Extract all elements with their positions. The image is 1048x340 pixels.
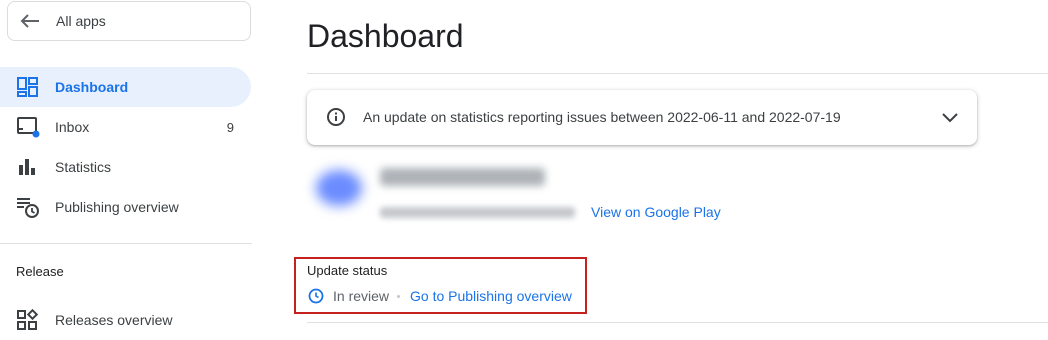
notice-text: An update on statistics reporting issues…	[363, 109, 841, 125]
inbox-icon	[17, 117, 40, 138]
sidebar: All apps Dashboard Inbox 9 Statistics Pu…	[0, 0, 262, 340]
inbox-count-badge: 9	[226, 119, 234, 135]
section-divider	[307, 322, 1048, 323]
sidebar-item-dashboard[interactable]: Dashboard	[0, 67, 251, 107]
sidebar-item-statistics[interactable]: Statistics	[0, 147, 251, 187]
app-name-redacted	[380, 168, 545, 186]
sidebar-item-label: Inbox	[55, 119, 90, 135]
update-status-title: Update status	[307, 263, 388, 278]
releases-overview-icon	[17, 308, 39, 330]
clock-icon	[308, 288, 324, 304]
bar-chart-icon	[19, 159, 35, 175]
view-on-google-play-link[interactable]: View on Google Play	[591, 204, 721, 220]
info-icon	[327, 108, 345, 126]
sidebar-divider	[0, 243, 252, 244]
page-title: Dashboard	[307, 18, 464, 54]
app-package-redacted	[380, 207, 575, 218]
publishing-overview-icon	[17, 198, 39, 218]
arrow-left-icon	[20, 14, 39, 28]
release-section-label: Release	[16, 264, 64, 279]
sidebar-item-label: Releases overview	[55, 312, 173, 328]
sidebar-item-inbox[interactable]: Inbox 9	[0, 107, 251, 147]
sidebar-item-releases-overview[interactable]: Releases overview	[0, 300, 251, 340]
statistics-notice-card[interactable]: An update on statistics reporting issues…	[307, 90, 977, 145]
title-divider	[307, 73, 1048, 74]
separator-dot	[397, 295, 400, 298]
all-apps-button[interactable]: All apps	[7, 1, 251, 41]
go-to-publishing-overview-link[interactable]: Go to Publishing overview	[410, 288, 572, 304]
dashboard-icon	[17, 77, 38, 97]
chevron-down-icon[interactable]	[941, 110, 959, 124]
all-apps-label: All apps	[56, 13, 106, 29]
sidebar-item-publishing-overview[interactable]: Publishing overview	[0, 187, 251, 227]
sidebar-item-label: Dashboard	[55, 79, 129, 95]
sidebar-item-label: Statistics	[55, 159, 112, 175]
app-icon	[316, 170, 362, 206]
sidebar-item-label: Publishing overview	[55, 199, 179, 215]
update-status-value: In review	[333, 288, 390, 304]
